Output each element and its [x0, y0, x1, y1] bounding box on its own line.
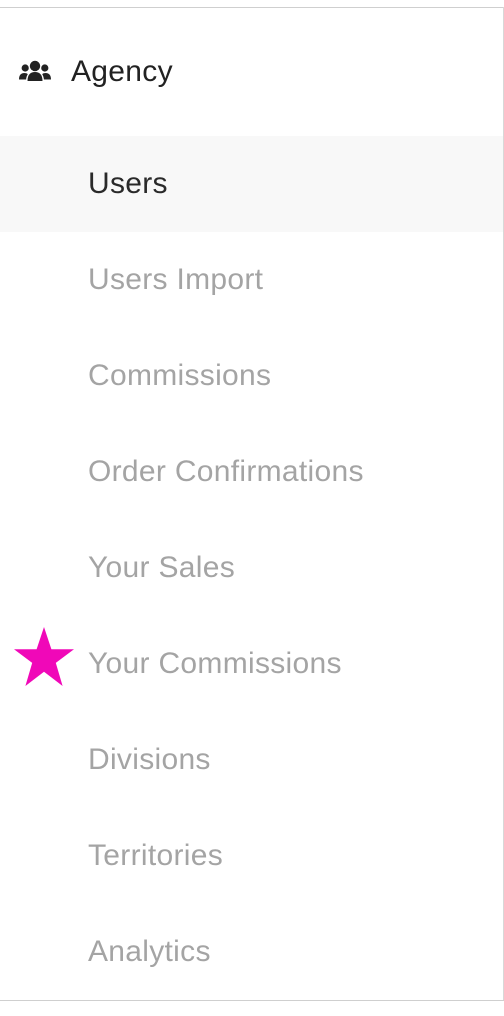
menu-item-analytics[interactable]: Analytics: [0, 904, 503, 1000]
menu-item-commissions[interactable]: Commissions: [0, 328, 503, 424]
top-divider: [0, 7, 504, 8]
menu-item-label: Analytics: [88, 935, 211, 968]
section-title: Agency: [71, 55, 173, 88]
menu-item-order-confirmations[interactable]: Order Confirmations: [0, 424, 503, 520]
menu-item-label: Territories: [88, 839, 223, 872]
star-icon: [12, 624, 76, 690]
menu-item-label: Commissions: [88, 359, 272, 392]
agency-section-header[interactable]: Agency: [0, 25, 503, 121]
menu-item-label: Users: [88, 167, 168, 200]
menu-item-territories[interactable]: Territories: [0, 808, 503, 904]
menu-item-label: Order Confirmations: [88, 455, 364, 488]
menu-item-users-import[interactable]: Users Import: [0, 232, 503, 328]
menu-item-divisions[interactable]: Divisions: [0, 712, 503, 808]
menu-item-label: Users Import: [88, 263, 264, 296]
users-group-icon: [18, 57, 52, 87]
menu-item-your-sales[interactable]: Your Sales: [0, 520, 503, 616]
menu-item-users[interactable]: Users: [0, 136, 503, 232]
agency-submenu: Users Users Import Commissions Order Con…: [0, 136, 503, 1000]
menu-item-label: Divisions: [88, 743, 211, 776]
menu-item-label: Your Sales: [88, 551, 235, 584]
bottom-divider: [0, 1000, 504, 1001]
menu-item-label: Your Commissions: [88, 647, 342, 680]
